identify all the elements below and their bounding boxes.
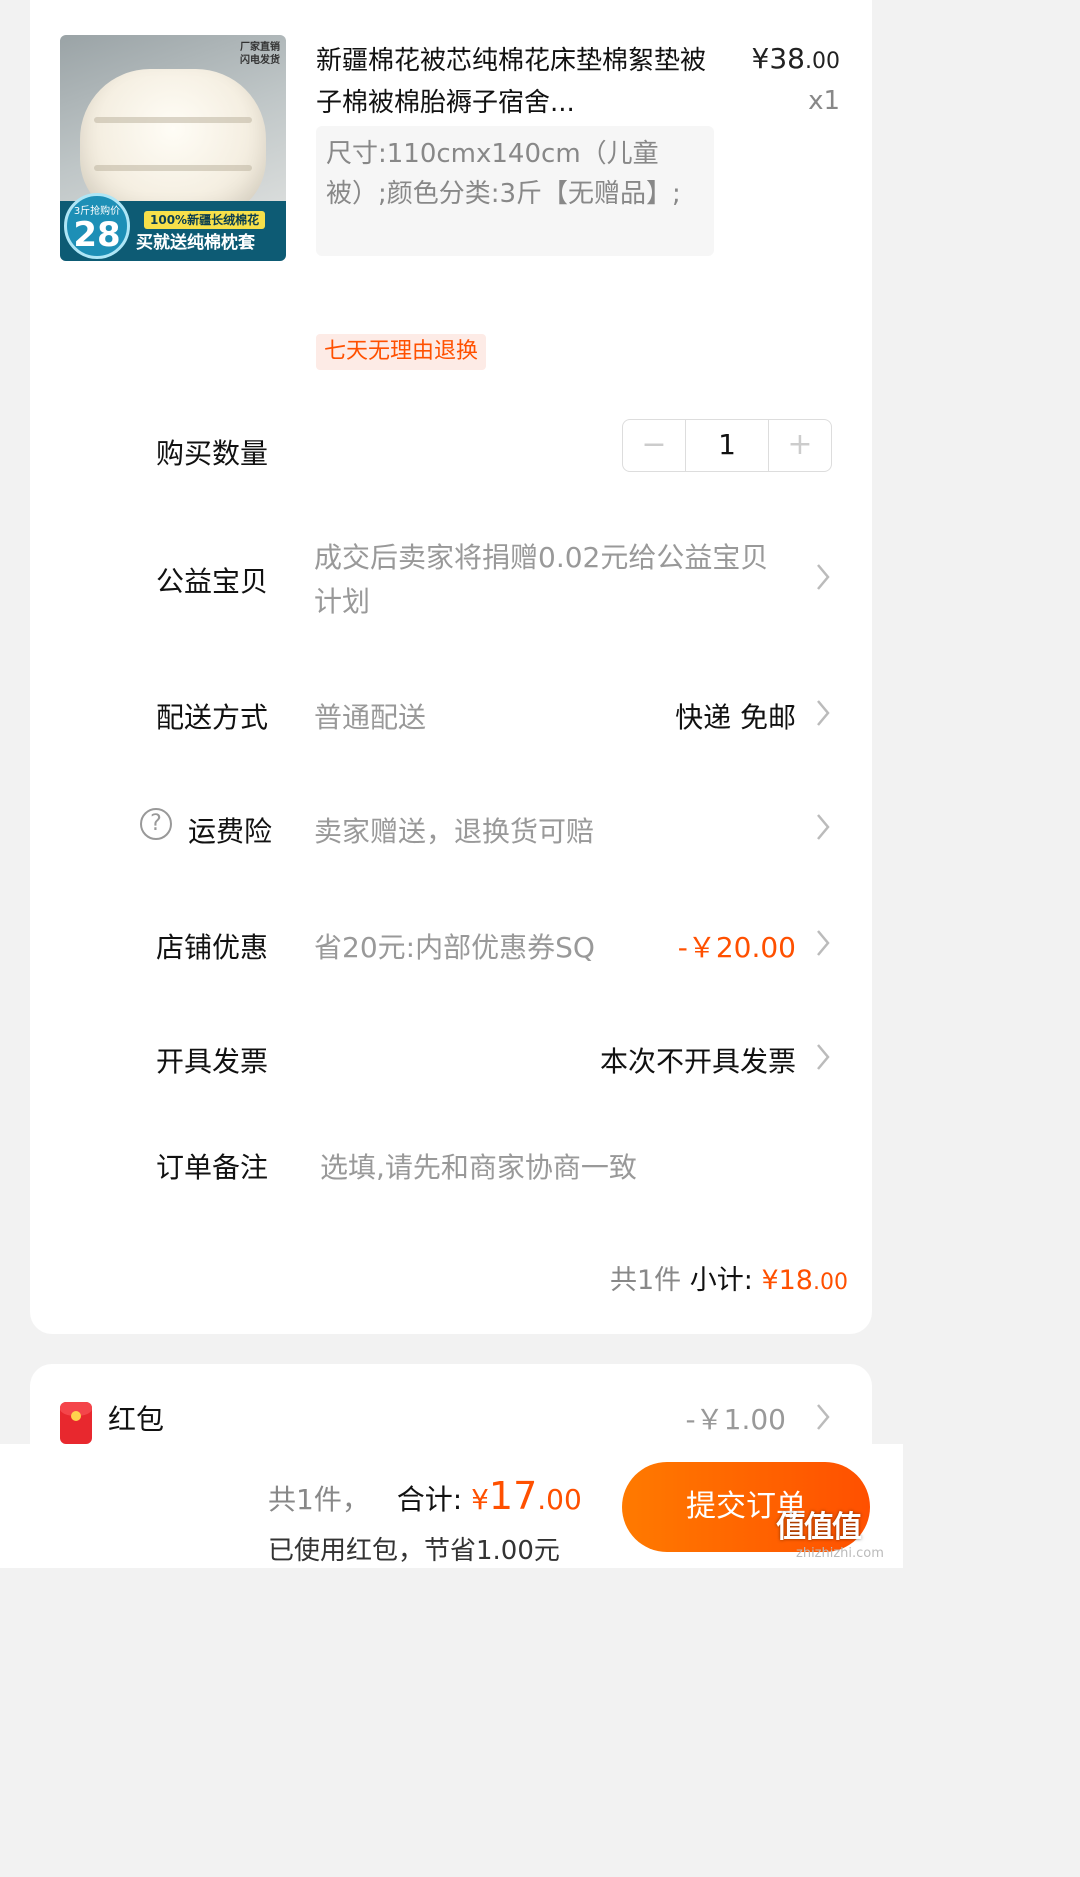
shop-discount-label: 店铺优惠 [156, 931, 269, 964]
total-amount-int: 17 [488, 1474, 538, 1518]
quantity-value[interactable]: 1 [685, 420, 769, 471]
charity-value: 成交后卖家将捐赠0.02元给公益宝贝计划 [314, 541, 769, 618]
quantity-minus-button[interactable]: − [623, 420, 685, 471]
chevron-right-icon [810, 810, 836, 844]
red-packet-icon [60, 1402, 92, 1444]
order-card: 厂家直销 闪电发货 3斤抢购价 28 100%新疆长绒棉花 买就送纯棉枕套 新疆… [30, 0, 872, 1334]
total-amount: ¥17.00 [471, 1474, 582, 1518]
product-price: ¥38.00 [752, 42, 840, 75]
saved-note: 已使用红包，节省1.00元 [268, 1536, 560, 1566]
checkout-bar: 共1件， 合计: ¥17.00 已使用红包，节省1.00元 提交订单 值值值 z… [0, 1444, 903, 1568]
total-amount-cents: .00 [537, 1483, 582, 1516]
shop-discount-value: 省20元:内部优惠券SQ [314, 931, 595, 964]
invoice-value: 本次不开具发票 [599, 1045, 796, 1078]
subtotal-amount: ¥18.00 [761, 1265, 848, 1296]
price-int: ¥38 [751, 42, 805, 75]
image-price-badge: 3斤抢购价 28 [64, 193, 130, 259]
product-qty: x1 [808, 86, 840, 116]
invoice-label: 开具发票 [156, 1045, 269, 1078]
total-count: 共1件， [268, 1483, 370, 1516]
image-tag-line2: 闪电发货 [240, 55, 280, 66]
watermark-logo: 值值值 [776, 1510, 862, 1545]
image-promo-line2: 买就送纯棉枕套 [136, 233, 255, 253]
image-tag-line1: 厂家直销 [240, 42, 280, 53]
product-title[interactable]: 新疆棉花被芯纯棉花床垫棉絮垫被子棉被棉胎褥子宿舍... [316, 40, 716, 124]
chevron-right-icon [810, 560, 836, 594]
subtotal-label: 小计: [689, 1265, 753, 1296]
sku-selector[interactable]: 尺寸:110cmx140cm（儿童被）;颜色分类:3斤【无赠品】; [316, 126, 714, 256]
delivery-value: 普通配送 [314, 701, 427, 734]
image-tag: 厂家直销 闪电发货 [240, 41, 280, 67]
subtotal-amount-int: ¥18 [761, 1265, 813, 1296]
subtotal-amount-cents: .00 [813, 1270, 848, 1295]
help-icon[interactable]: ? [140, 808, 172, 840]
red-packet-label: 红包 [108, 1403, 165, 1436]
total-label: 合计: [396, 1483, 463, 1516]
badge-price: 28 [73, 215, 121, 255]
subtotal: 共1件 小计: ¥18.00 [610, 1258, 848, 1297]
total-currency: ¥ [471, 1483, 489, 1516]
return-policy-tag: 七天无理由退换 [316, 334, 487, 370]
order-note-input[interactable]: 选填,请先和商家协商一致 [320, 1146, 637, 1186]
charity-label: 公益宝贝 [156, 565, 269, 598]
chevron-right-icon [810, 1040, 836, 1074]
order-note-label: 订单备注 [156, 1151, 269, 1184]
product-image[interactable]: 厂家直销 闪电发货 3斤抢购价 28 100%新疆长绒棉花 买就送纯棉枕套 [60, 35, 286, 261]
delivery-label: 配送方式 [156, 701, 269, 734]
watermark-site: zhizhizhi.com [796, 1546, 884, 1561]
quantity-stepper[interactable]: − 1 + [622, 419, 832, 472]
insurance-label: 运费险 [188, 815, 273, 848]
total-summary: 共1件， 合计: ¥17.00 [268, 1474, 582, 1518]
insurance-value: 卖家赠送，退换货可赔 [314, 815, 595, 848]
price-cents: .00 [805, 49, 840, 74]
quantity-label: 购买数量 [156, 437, 269, 470]
red-packet-value: -￥1.00 [685, 1403, 786, 1436]
chevron-right-icon [810, 696, 836, 730]
chevron-right-icon [810, 1400, 836, 1434]
quantity-plus-button[interactable]: + [769, 420, 831, 471]
subtotal-count: 共1件 [609, 1265, 682, 1296]
chevron-right-icon [810, 926, 836, 960]
shop-discount-amount: -￥20.00 [677, 931, 796, 964]
delivery-method: 快递 免邮 [675, 701, 796, 734]
image-promo-line1: 100%新疆长绒棉花 [144, 211, 266, 229]
